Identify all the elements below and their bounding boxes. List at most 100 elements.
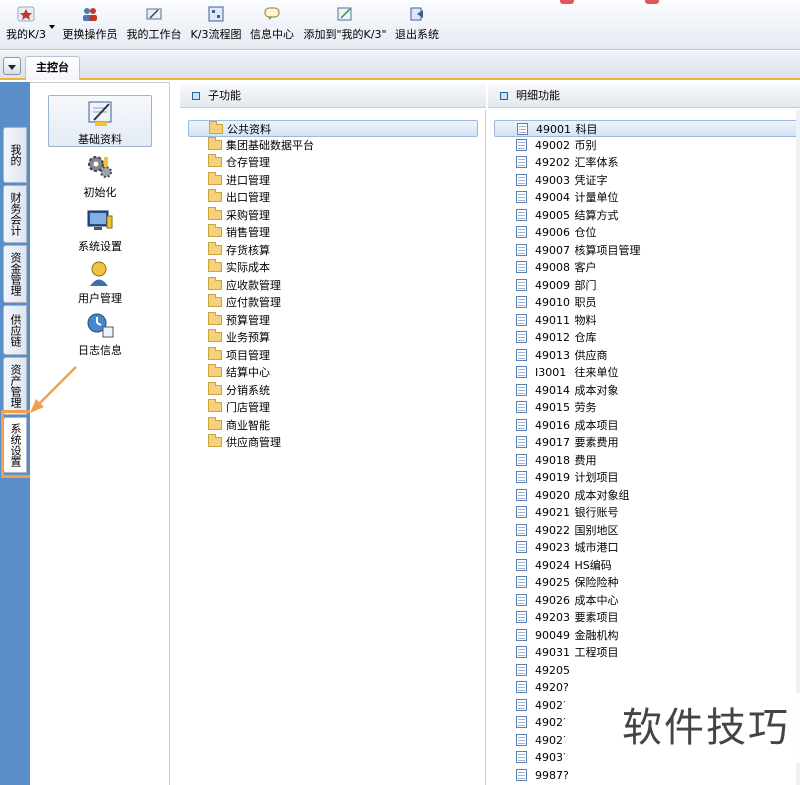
list-item[interactable]: 应付款管理 xyxy=(188,294,281,311)
tab-main-console[interactable]: 主控台 xyxy=(25,56,80,80)
list-item[interactable]: 门店管理 xyxy=(188,399,270,416)
list-item[interactable]: 49010 职员 xyxy=(494,294,597,311)
list-item[interactable]: 49022 国别地区 xyxy=(494,522,619,539)
list-item[interactable]: 采购管理 xyxy=(188,207,270,224)
list-item[interactable]: 49025 保险险种 xyxy=(494,574,619,591)
vtab-supply-chain[interactable]: 供应链 xyxy=(3,305,27,355)
list-item[interactable]: 49031 工程项目 xyxy=(494,644,619,661)
list-item[interactable]: I3001 往来单位 xyxy=(494,364,619,381)
list-item[interactable]: 49021 银行账号 xyxy=(494,504,619,521)
list-item[interactable]: 应收款管理 xyxy=(188,277,281,294)
add-to-my-k3-button[interactable]: 添加到"我的K/3" xyxy=(302,4,388,46)
sub-function-header: 子功能 xyxy=(180,84,486,108)
document-icon xyxy=(516,349,527,361)
flowchart-icon xyxy=(208,6,224,22)
list-item[interactable]: 进口管理 xyxy=(188,172,270,189)
list-item[interactable]: 49014 成本对象 xyxy=(494,382,619,399)
list-item[interactable]: 49013 供应商 xyxy=(494,347,608,364)
list-item[interactable]: 4902? xyxy=(494,732,571,749)
document-icon xyxy=(516,314,527,326)
list-item[interactable]: 存货核算 xyxy=(188,242,270,259)
list-item[interactable]: 90049 金融机构 xyxy=(494,627,619,644)
list-item[interactable]: 49002 币别 xyxy=(494,137,597,154)
list-item[interactable]: 业务预算 xyxy=(188,329,270,346)
info-center-button[interactable]: 信息中心 xyxy=(249,4,295,46)
icon-item-user-management[interactable]: 用户管理 xyxy=(48,255,152,305)
list-item[interactable]: 出口管理 xyxy=(188,189,270,206)
document-icon xyxy=(516,174,527,186)
list-item[interactable]: 预算管理 xyxy=(188,312,270,329)
list-item[interactable]: 商业智能 xyxy=(188,417,270,434)
list-item[interactable]: 49009 部门 xyxy=(494,277,597,294)
list-item[interactable]: 仓存管理 xyxy=(188,154,270,171)
my-workbench-button[interactable]: 我的工作台 xyxy=(126,4,182,46)
my-k3-button[interactable]: 我的K/3 xyxy=(4,4,48,46)
header-square-icon xyxy=(192,92,200,100)
document-icon xyxy=(516,209,527,221)
list-item[interactable]: 49023 城市港口 xyxy=(494,539,619,556)
switch-operator-button[interactable]: 更换操作员 xyxy=(62,4,118,46)
list-item[interactable]: 销售管理 xyxy=(188,224,270,241)
list-item[interactable]: 49007 核算项目管理 xyxy=(494,242,641,259)
list-item[interactable]: 分销系统 xyxy=(188,382,270,399)
folder-icon xyxy=(208,207,222,220)
list-item[interactable]: 49004 计量单位 xyxy=(494,189,619,206)
icon-item-basic-data[interactable]: 基础资料 xyxy=(48,95,152,147)
list-item[interactable]: 4903? xyxy=(494,749,571,766)
star-icon xyxy=(17,6,35,22)
list-item[interactable]: 公共资料 xyxy=(188,120,478,137)
list-item[interactable]: 49003 凭证字 xyxy=(494,172,608,189)
list-item[interactable]: 供应商管理 xyxy=(188,434,281,451)
k3-flowchart-button[interactable]: K/3流程图 xyxy=(190,4,242,46)
vtab-fund-management[interactable]: 资金管理 xyxy=(3,245,27,303)
icon-item-initialization[interactable]: 初始化 xyxy=(48,149,152,199)
list-item[interactable]: 49015 劳务 xyxy=(494,399,597,416)
list-item[interactable]: 49016 成本项目 xyxy=(494,417,619,434)
list-item[interactable]: 实际成本 xyxy=(188,259,270,276)
sub-function-list: 公共资料 集团基础数据平台 仓存管理 进口管理 出口管理 采购管理 销售管理 存… xyxy=(180,110,486,785)
list-item[interactable]: 49012 仓库 xyxy=(494,329,597,346)
vtab-financial-accounting[interactable]: 财务会计 xyxy=(3,185,27,243)
exit-icon xyxy=(410,7,423,21)
list-item[interactable]: 项目管理 xyxy=(188,347,270,364)
vtab-asset-management[interactable]: 资产管理 xyxy=(3,357,27,415)
add-favorite-icon xyxy=(337,7,352,21)
list-item[interactable]: 结算中心 xyxy=(188,364,270,381)
list-item[interactable]: 49020 成本对象组 xyxy=(494,487,630,504)
list-item[interactable]: 49006 仓位 xyxy=(494,224,597,241)
vtab-my-k3[interactable]: 我的K/3 xyxy=(3,127,27,183)
list-item[interactable]: 49019 计划项目 xyxy=(494,469,619,486)
list-item[interactable]: 49202 汇率体系 xyxy=(494,154,619,171)
detail-scrollbar[interactable] xyxy=(796,110,800,785)
icon-item-log-info[interactable]: 日志信息 xyxy=(48,307,152,359)
tab-menu-dropdown-icon[interactable] xyxy=(3,57,21,75)
folder-icon xyxy=(208,382,222,395)
list-item[interactable]: 49024 HS编码 xyxy=(494,557,612,574)
document-icon xyxy=(516,769,527,781)
icon-item-system-settings[interactable]: 系统设置 xyxy=(48,203,152,253)
document-icon xyxy=(516,279,527,291)
list-item[interactable]: 49017 要素费用 xyxy=(494,434,619,451)
folder-icon xyxy=(208,347,222,360)
my-k3-dropdown-icon[interactable] xyxy=(49,25,55,29)
list-item[interactable]: 49026 成本中心 xyxy=(494,592,619,609)
document-icon xyxy=(516,594,527,606)
list-item[interactable]: 49018 费用 xyxy=(494,452,597,469)
document-icon xyxy=(516,751,527,763)
list-item[interactable]: 49005 结算方式 xyxy=(494,207,619,224)
list-item[interactable]: 49203 要素项目 xyxy=(494,609,619,626)
folder-icon xyxy=(208,277,222,290)
list-item[interactable]: 49205 xyxy=(494,662,571,679)
document-icon xyxy=(516,489,527,501)
document-icon xyxy=(516,681,527,693)
list-item[interactable]: 49001 科目 xyxy=(494,120,800,137)
document-icon xyxy=(516,139,527,151)
list-item[interactable]: 4920? xyxy=(494,679,571,696)
list-item[interactable]: 4902? xyxy=(494,697,571,714)
list-item[interactable]: 9987? xyxy=(494,767,571,784)
list-item[interactable]: 4902? xyxy=(494,714,571,731)
list-item[interactable]: 49011 物料 xyxy=(494,312,597,329)
list-item[interactable]: 49008 客户 xyxy=(494,259,597,276)
list-item[interactable]: 集团基础数据平台 xyxy=(188,137,314,154)
exit-system-button[interactable]: 退出系统 xyxy=(394,4,440,46)
